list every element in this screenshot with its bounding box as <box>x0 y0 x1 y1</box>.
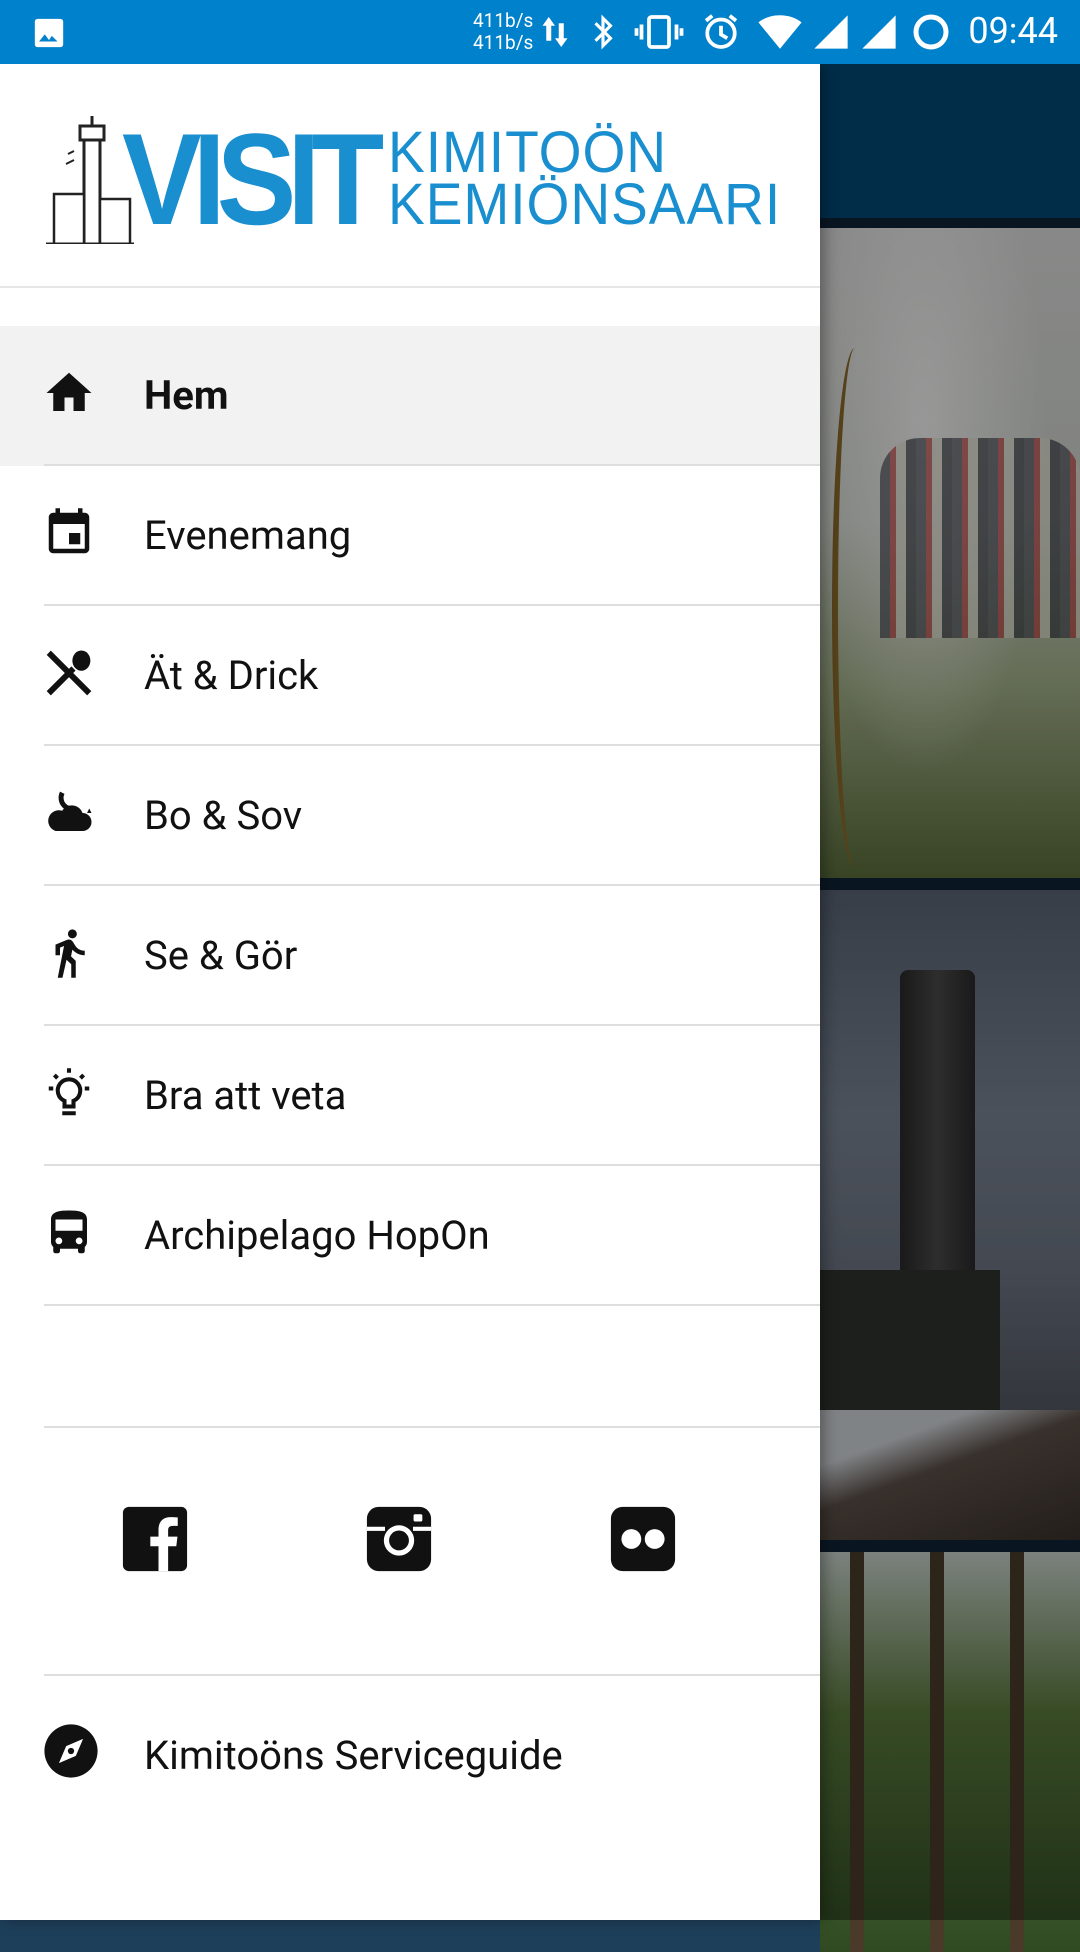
restaurant-icon <box>46 650 92 696</box>
status-bar: 411b/s 411b/s 09:44 <box>0 0 1080 64</box>
menu-item-archipelago-hopon[interactable]: Archipelago HopOn <box>0 1166 820 1306</box>
lighthouse-logo-icon <box>46 116 134 244</box>
menu-item-hem[interactable]: Hem <box>0 326 820 466</box>
signal-icon <box>862 15 896 49</box>
walk-icon <box>55 929 85 978</box>
bluetooth-icon <box>594 14 613 50</box>
menu-item-label: Evenemang <box>144 512 352 559</box>
home-icon <box>46 372 92 411</box>
flickr-icon[interactable] <box>608 1504 678 1574</box>
logo-visit-text: VISIT <box>122 106 384 252</box>
menu-item-se-gor[interactable]: Se & Gör <box>0 886 820 1026</box>
divider <box>44 1426 820 1428</box>
menu-item-label: Ät & Drick <box>144 652 319 699</box>
social-links <box>0 1504 820 1624</box>
wifi-icon <box>758 15 802 49</box>
battery-charging-icon <box>913 14 949 50</box>
serviceguide-label: Kimitoöns Serviceguide <box>144 1732 563 1779</box>
facebook-icon[interactable] <box>120 1504 190 1574</box>
image-icon <box>34 18 64 48</box>
navigation-drawer: VISIT KIMITOÖN KEMIÖNSAARI Hem Evenemang… <box>0 64 820 1920</box>
lightbulb-icon <box>48 1068 90 1116</box>
menu-item-label: Hem <box>144 372 229 419</box>
compass-icon <box>44 1724 98 1778</box>
divider <box>44 1674 820 1676</box>
logo-line-2: KEMIÖNSAARI <box>388 172 782 237</box>
menu-item-label: Bra att veta <box>144 1072 347 1119</box>
data-arrows-icon <box>542 17 568 47</box>
bus-icon <box>51 1210 87 1254</box>
divider <box>0 286 820 288</box>
menu-item-bra-att-veta[interactable]: Bra att veta <box>0 1026 820 1166</box>
clock: 09:44 <box>968 10 1058 52</box>
instagram-icon[interactable] <box>364 1504 434 1574</box>
visit-kimitoon-logo: VISIT KIMITOÖN KEMIÖNSAARI <box>44 106 784 252</box>
drawer-menu: Hem Evenemang Ät & Drick Bo & Sov Se & G… <box>0 326 820 1306</box>
network-speed: 411b/s 411b/s <box>473 9 534 54</box>
signal-icon <box>814 15 848 49</box>
night-icon <box>48 791 92 831</box>
menu-item-label: Archipelago HopOn <box>144 1212 490 1259</box>
vibrate-icon <box>634 15 684 49</box>
menu-item-serviceguide[interactable]: Kimitoöns Serviceguide <box>0 1704 820 1824</box>
menu-item-evenemang[interactable]: Evenemang <box>0 466 820 606</box>
menu-item-label: Bo & Sov <box>144 792 303 839</box>
alarm-icon <box>704 14 738 49</box>
menu-item-at-drick[interactable]: Ät & Drick <box>0 606 820 746</box>
calendar-icon <box>48 508 90 554</box>
menu-item-label: Se & Gör <box>144 932 298 979</box>
menu-item-bo-sov[interactable]: Bo & Sov <box>0 746 820 886</box>
